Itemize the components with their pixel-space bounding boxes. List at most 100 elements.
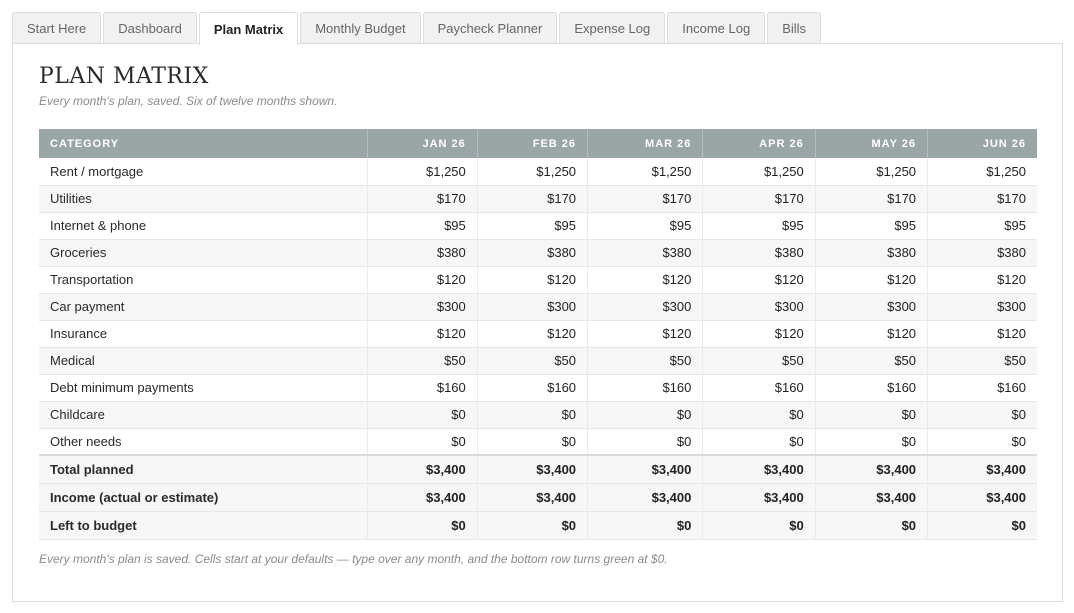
amount-cell[interactable]: $95 [815, 212, 929, 240]
amount-cell[interactable]: $170 [702, 185, 816, 213]
amount-cell[interactable]: $95 [367, 212, 478, 240]
tab-expense-log[interactable]: Expense Log [559, 12, 666, 43]
category-cell: Childcare [39, 401, 368, 429]
amount-cell[interactable]: $1,250 [477, 158, 589, 186]
column-header-month: JAN 26 [367, 129, 478, 158]
amount-cell[interactable]: $1,250 [702, 158, 816, 186]
amount-cell[interactable]: $120 [477, 320, 589, 348]
amount-cell[interactable]: $120 [587, 266, 704, 294]
amount-cell[interactable]: $0 [702, 401, 816, 429]
table-row: Car payment $300 $300 $300 $300 $300 $300 [39, 293, 1037, 321]
amount-cell[interactable]: $120 [927, 266, 1037, 294]
amount-cell[interactable]: $120 [702, 320, 816, 348]
table-row: Insurance $120 $120 $120 $120 $120 $120 [39, 320, 1037, 348]
amount-cell[interactable]: $95 [477, 212, 589, 240]
amount-cell[interactable]: $50 [587, 347, 704, 375]
amount-cell[interactable]: $300 [815, 293, 929, 321]
amount-cell[interactable]: $380 [927, 239, 1037, 267]
amount-cell[interactable]: $160 [477, 374, 589, 402]
amount-cell[interactable]: $300 [477, 293, 589, 321]
amount-cell[interactable]: $120 [702, 266, 816, 294]
summary-value-cell: $3,400 [477, 483, 589, 512]
amount-cell[interactable]: $300 [927, 293, 1037, 321]
tab-dashboard[interactable]: Dashboard [103, 12, 197, 43]
amount-cell[interactable]: $160 [587, 374, 704, 402]
amount-cell[interactable]: $160 [927, 374, 1037, 402]
amount-cell[interactable]: $0 [367, 401, 478, 429]
amount-cell[interactable]: $300 [702, 293, 816, 321]
amount-cell[interactable]: $50 [815, 347, 929, 375]
amount-cell[interactable]: $380 [815, 239, 929, 267]
amount-cell[interactable]: $0 [477, 428, 589, 456]
tab-plan-matrix[interactable]: Plan Matrix [198, 12, 299, 45]
amount-cell[interactable]: $120 [587, 320, 704, 348]
category-cell: Internet & phone [39, 212, 368, 240]
amount-cell[interactable]: $120 [477, 266, 589, 294]
amount-cell[interactable]: $120 [815, 320, 929, 348]
summary-value-cell: $3,400 [477, 454, 589, 484]
amount-cell[interactable]: $380 [477, 239, 589, 267]
amount-cell[interactable]: $160 [367, 374, 478, 402]
amount-cell[interactable]: $170 [815, 185, 929, 213]
page-title: PLAN MATRIX [39, 64, 209, 89]
amount-cell[interactable]: $300 [587, 293, 704, 321]
amount-cell[interactable]: $170 [587, 185, 704, 213]
table-row: Debt minimum payments $160 $160 $160 $160 $16… [39, 374, 1037, 402]
amount-cell[interactable]: $160 [815, 374, 929, 402]
table-row: Internet & phone $95 $95 $95 $95 $95 $95 [39, 212, 1037, 240]
amount-cell[interactable]: $1,250 [927, 158, 1037, 186]
amount-cell[interactable]: $120 [367, 266, 478, 294]
amount-cell[interactable]: $50 [702, 347, 816, 375]
amount-cell[interactable]: $95 [927, 212, 1037, 240]
amount-cell[interactable]: $0 [815, 428, 929, 456]
category-cell: Medical [39, 347, 368, 375]
amount-cell[interactable]: $0 [477, 401, 589, 429]
amount-cell[interactable]: $170 [927, 185, 1037, 213]
summary-value-cell: $3,400 [367, 483, 478, 512]
amount-cell[interactable]: $170 [367, 185, 478, 213]
table-row: Rent / mortgage $1,250 $1,250 $1,250 $1,250 $… [39, 158, 1037, 186]
amount-cell[interactable]: $120 [815, 266, 929, 294]
amount-cell[interactable]: $0 [702, 428, 816, 456]
category-cell: Transportation [39, 266, 368, 294]
amount-cell[interactable]: $380 [702, 239, 816, 267]
amount-cell[interactable]: $1,250 [367, 158, 478, 186]
summary-row: Income (actual or estimate) $3,400 $3,400 $… [39, 483, 1037, 512]
amount-cell[interactable]: $1,250 [815, 158, 929, 186]
amount-cell[interactable]: $380 [587, 239, 704, 267]
amount-cell[interactable]: $120 [367, 320, 478, 348]
tab-paycheck-planner[interactable]: Paycheck Planner [422, 12, 558, 43]
summary-value-cell: $3,400 [702, 454, 816, 484]
amount-cell[interactable]: $170 [477, 185, 589, 213]
amount-cell[interactable]: $50 [477, 347, 589, 375]
column-header-month: MAR 26 [587, 129, 704, 158]
amount-cell[interactable]: $380 [367, 239, 478, 267]
amount-cell[interactable]: $50 [927, 347, 1037, 375]
tab-income-log[interactable]: Income Log [667, 12, 766, 43]
amount-cell[interactable]: $160 [702, 374, 816, 402]
column-header-month: JUN 26 [927, 129, 1037, 158]
summary-value-cell: $3,400 [367, 454, 478, 484]
amount-cell[interactable]: $95 [702, 212, 816, 240]
amount-cell[interactable]: $0 [815, 401, 929, 429]
summary-value-cell: $0 [587, 511, 704, 540]
amount-cell[interactable]: $0 [587, 401, 704, 429]
amount-cell[interactable]: $300 [367, 293, 478, 321]
table-row: Transportation $120 $120 $120 $120 $120 $120 [39, 266, 1037, 294]
category-cell: Insurance [39, 320, 368, 348]
amount-cell[interactable]: $0 [367, 428, 478, 456]
tab-start-here[interactable]: Start Here [12, 12, 102, 43]
tab-monthly-budget[interactable]: Monthly Budget [300, 12, 421, 43]
amount-cell[interactable]: $0 [587, 428, 704, 456]
amount-cell[interactable]: $1,250 [587, 158, 704, 186]
amount-cell[interactable]: $0 [927, 428, 1037, 456]
table-header-row: CATEGORY JAN 26 FEB 26 MAR 26 APR 26 MAY… [39, 129, 1037, 158]
amount-cell[interactable]: $120 [927, 320, 1037, 348]
amount-cell[interactable]: $95 [587, 212, 704, 240]
plan-matrix-table: CATEGORY JAN 26 FEB 26 MAR 26 APR 26 MAY… [39, 129, 1037, 540]
summary-value-cell: $0 [927, 511, 1037, 540]
summary-value-cell: $0 [367, 511, 478, 540]
amount-cell[interactable]: $50 [367, 347, 478, 375]
amount-cell[interactable]: $0 [927, 401, 1037, 429]
tab-bills[interactable]: Bills [767, 12, 822, 43]
